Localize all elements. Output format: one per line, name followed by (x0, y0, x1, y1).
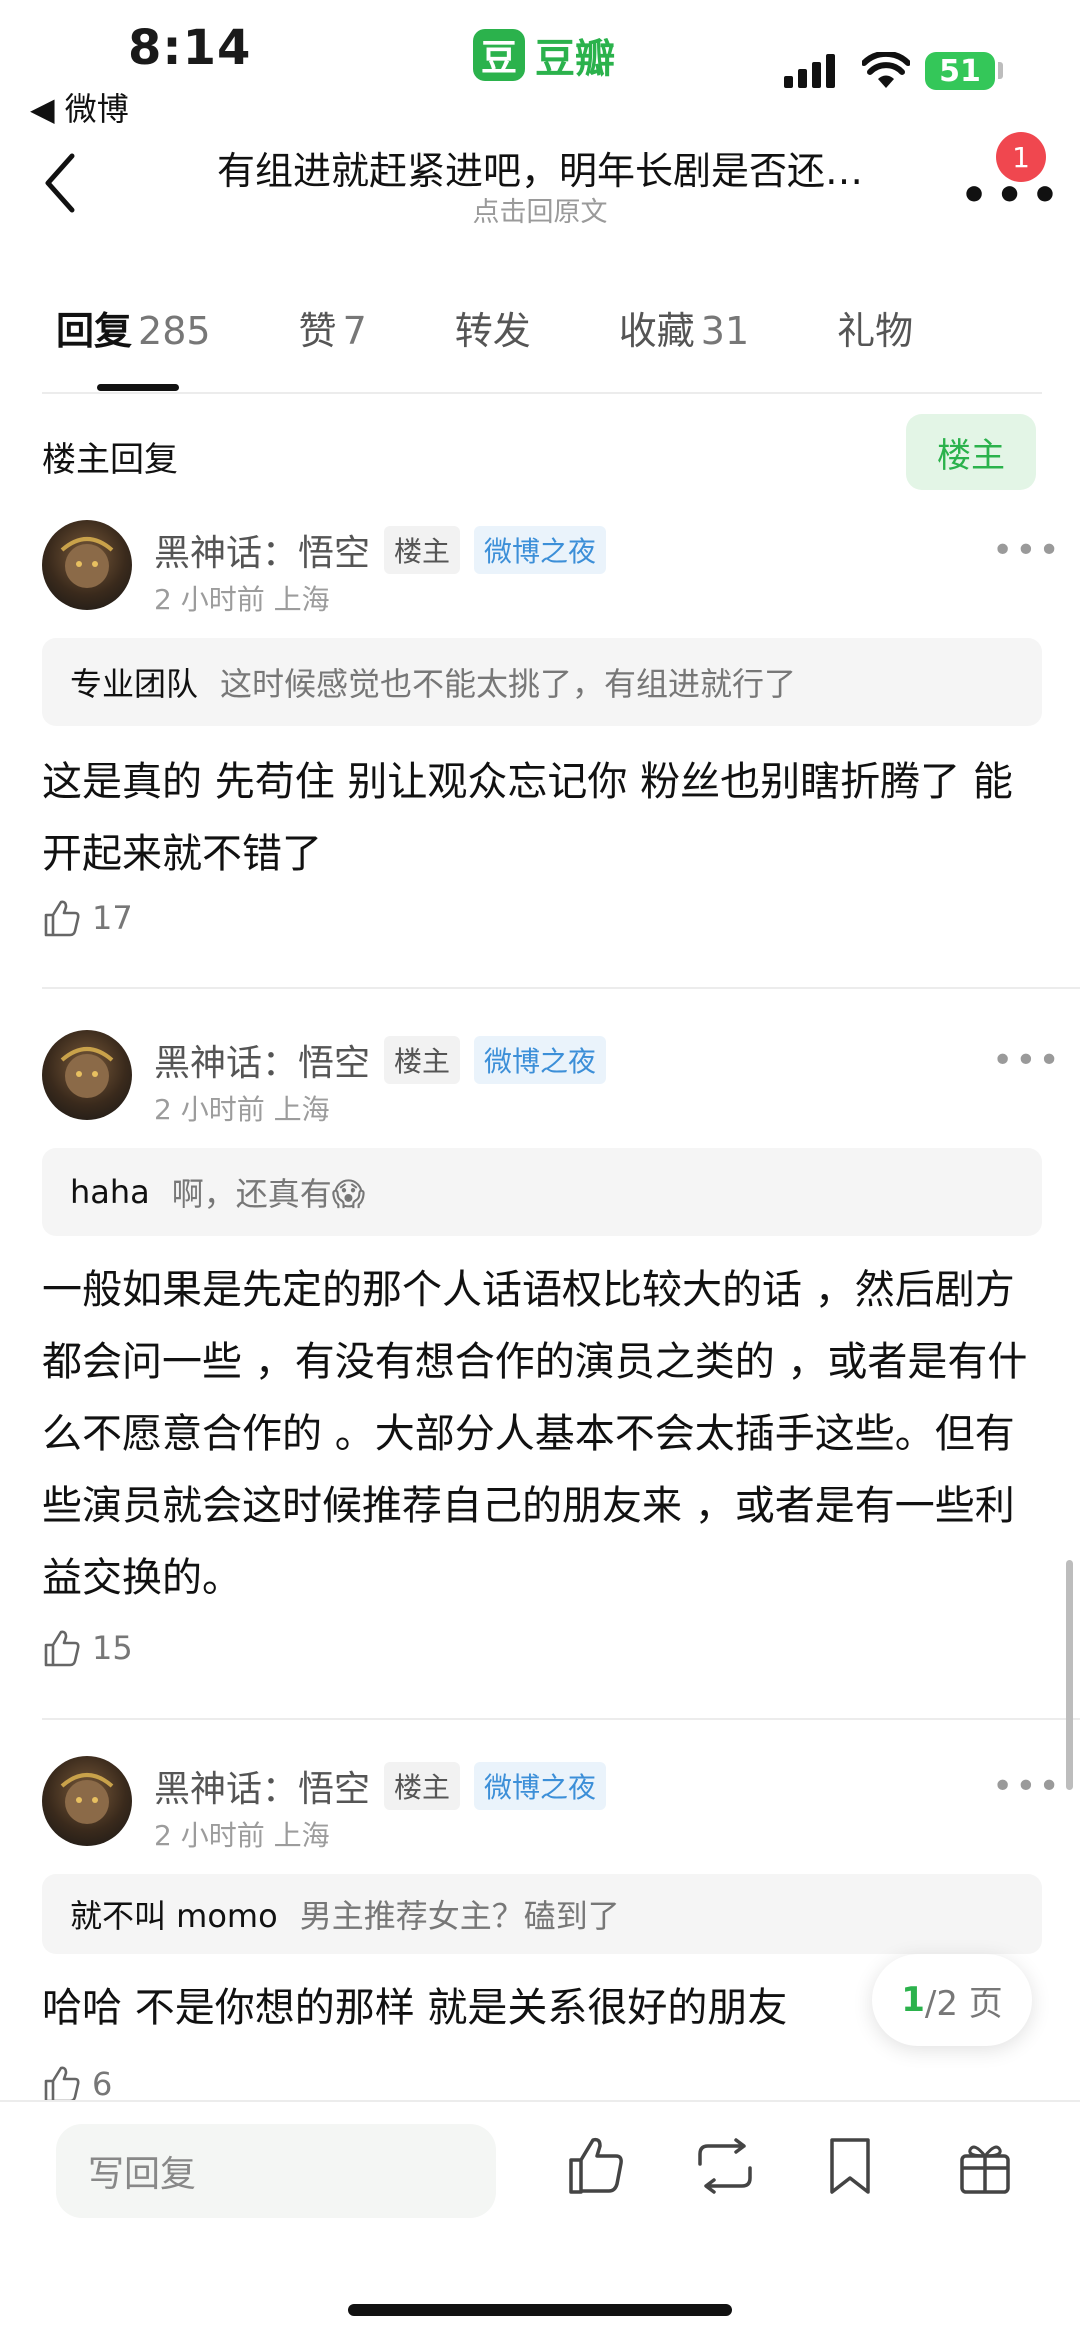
tab-reposts[interactable]: 转发 (455, 300, 531, 355)
thumbs-up-icon (44, 2066, 80, 2103)
quoted-reply[interactable]: 就不叫 momo 男主推荐女主？磕到了 (42, 1874, 1042, 1954)
tab-replies[interactable]: 回复 285 (56, 300, 211, 355)
like-count: 6 (92, 2065, 113, 2103)
like-button[interactable]: 15 (42, 1628, 133, 1668)
gift-icon[interactable] (956, 2134, 1014, 2196)
comment-meta: 2 小时前 上海 (154, 1819, 330, 1852)
notification-badge: 1 (996, 132, 1046, 182)
section-title: 楼主回复 (42, 440, 178, 480)
quoted-username: 专业团队 (70, 665, 199, 703)
username[interactable]: 黑神话：悟空 (154, 1760, 370, 1812)
page-title[interactable]: 有组进就赶紧进吧，明年长剧是否还… (170, 140, 910, 195)
op-tag: 楼主 (384, 1036, 461, 1084)
comment-more-icon[interactable]: ••• (992, 1040, 1062, 1081)
active-tab-indicator (97, 384, 179, 391)
username[interactable]: 黑神话：悟空 (154, 524, 370, 576)
comment-meta: 2 小时前 上海 (154, 583, 330, 616)
comment-more-icon[interactable]: ••• (992, 1766, 1062, 1807)
monkey-avatar-icon (60, 1047, 114, 1098)
like-button[interactable]: 6 (42, 2064, 112, 2104)
back-arrow-icon[interactable] (40, 150, 80, 216)
avatar[interactable] (42, 520, 132, 610)
back-to-weibo-link[interactable]: ◀ 微博 (30, 84, 129, 130)
wifi-icon (862, 52, 910, 88)
app-name: 豆瓣 (535, 36, 615, 82)
op-tag: 楼主 (384, 1762, 461, 1810)
battery-indicator: 51 (925, 52, 995, 90)
comment-more-icon[interactable]: ••• (992, 530, 1062, 571)
op-tag: 楼主 (384, 526, 461, 574)
battery-cap (998, 62, 1003, 79)
event-tag[interactable]: 微博之夜 (474, 1762, 607, 1810)
monkey-avatar-icon (60, 1773, 114, 1824)
comment-text: 这是真的 先苟住 别让观众忘记你 粉丝也别瞎折腾了 能开起来就不错了 (42, 759, 1013, 877)
total-pages: /2 页 (924, 1983, 1003, 2024)
monkey-avatar-icon (60, 537, 114, 588)
status-time: 8:14 (128, 20, 252, 76)
back-to-original-link[interactable]: 点击回原文 (170, 190, 910, 229)
like-post-icon[interactable] (566, 2134, 628, 2196)
thumbs-up-icon (44, 900, 80, 937)
page-indicator[interactable]: 1 /2 页 (872, 1954, 1032, 2046)
repost-icon[interactable] (692, 2138, 758, 2194)
scrollbar[interactable] (1066, 1560, 1073, 1790)
bookmark-icon[interactable] (826, 2136, 874, 2196)
quoted-username: haha (70, 1173, 150, 1211)
avatar[interactable] (42, 1030, 132, 1120)
quoted-username: 就不叫 momo (70, 1897, 278, 1935)
douban-logo-icon: 豆 (473, 29, 525, 81)
quoted-text: 这时候感觉也不能太挑了，有组进就行了 (220, 665, 797, 703)
divider (42, 392, 1042, 394)
quoted-reply[interactable]: haha 啊，还真有😱 (42, 1148, 1042, 1236)
avatar[interactable] (42, 1756, 132, 1846)
home-indicator (348, 2304, 732, 2316)
quoted-reply[interactable]: 专业团队 这时候感觉也不能太挑了，有组进就行了 (42, 638, 1042, 726)
app-indicator: 豆 豆瓣 (473, 26, 615, 84)
like-button[interactable]: 17 (42, 898, 133, 938)
signal-icon (784, 54, 835, 88)
reply-input[interactable]: 写回复 (56, 2124, 496, 2218)
tab-likes[interactable]: 赞 7 (299, 300, 367, 355)
quoted-text: 啊，还真有😱 (171, 1175, 366, 1213)
like-count: 15 (92, 1629, 133, 1667)
op-filter-button[interactable]: 楼主 (906, 414, 1036, 490)
event-tag[interactable]: 微博之夜 (474, 526, 607, 574)
tab-bar: 回复 285 赞 7 转发 收藏 31 礼物 (56, 300, 1001, 355)
comment-meta: 2 小时前 上海 (154, 1093, 330, 1126)
comment-text: 一般如果是先定的那个人话语权比较大的话 ，然后剧方都会问一些 ，有没有想合作的演… (42, 1267, 1028, 1601)
username[interactable]: 黑神话：悟空 (154, 1034, 370, 1086)
event-tag[interactable]: 微博之夜 (474, 1036, 607, 1084)
tab-gifts[interactable]: 礼物 (837, 300, 913, 355)
thumbs-up-icon (44, 1630, 80, 1667)
divider (42, 987, 1080, 989)
quoted-text: 男主推荐女主？磕到了 (299, 1897, 620, 1935)
divider (42, 1718, 1080, 1720)
current-page: 1 (901, 1980, 925, 2020)
tab-collections[interactable]: 收藏 31 (619, 300, 749, 355)
like-count: 17 (92, 899, 133, 937)
